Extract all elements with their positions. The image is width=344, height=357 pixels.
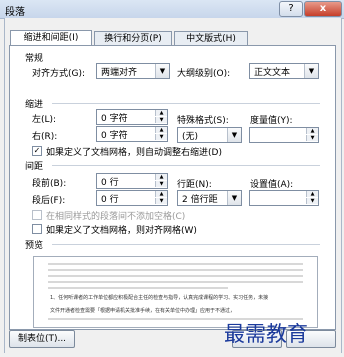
spin-up-icon[interactable]: ▲ [155, 191, 167, 197]
preview-prev-line [48, 275, 303, 277]
before-label: 段前(B): [32, 179, 67, 189]
preview-divider [52, 244, 320, 245]
no-space-label: 在相同样式的段落间不添加空格(C) [46, 212, 186, 222]
spacing-heading: 间距 [25, 162, 44, 172]
spin-down-icon[interactable]: ▼ [155, 198, 167, 204]
outline-label: 大纲级别(O): [177, 69, 231, 79]
tab-asian-typography[interactable]: 中文版式(H) [174, 31, 248, 46]
title-bar: 段落 ? x [0, 0, 344, 19]
spin-up-icon[interactable]: ▲ [306, 191, 318, 197]
no-space-checkbox[interactable] [32, 210, 42, 220]
line-spacing-select[interactable]: 2 倍行距 ▼ [177, 190, 242, 206]
line-spacing-value: 2 倍行距 [182, 195, 218, 205]
snap-grid-label: 如果定义了文档网格，则对齐网格(W) [46, 226, 197, 236]
chevron-down-icon: ▼ [227, 128, 241, 142]
spin-up-icon[interactable]: ▲ [155, 127, 167, 133]
after-value: 0 行 [101, 195, 119, 205]
right-indent-spinner[interactable]: 0 字符 ▲ ▼ [96, 126, 168, 142]
watermark: 最需教育 [224, 322, 308, 346]
preview-sample-line: 文件开通者检查需要「根据申请机关批准手续，在有关单位中办理」应用于不通过， [50, 308, 236, 314]
close-button[interactable]: x [304, 1, 342, 17]
preview-sample-line: 1、任何听课者的工作单位都应积极配合主任的检查与指导，认真完成课程的学习、实习任… [50, 295, 269, 301]
indent-heading: 缩进 [25, 100, 44, 110]
auto-adjust-checkbox[interactable]: ✓ [32, 146, 42, 156]
left-indent-spinner[interactable]: 0 字符 ▲ ▼ [96, 109, 168, 125]
chevron-down-icon: ▼ [155, 64, 169, 78]
by-spinner[interactable]: ▲ ▼ [249, 127, 319, 143]
spin-up-icon[interactable]: ▲ [155, 174, 167, 180]
preview-heading: 预览 [25, 241, 44, 251]
spin-down-icon[interactable]: ▼ [306, 198, 318, 204]
at-label: 设置值(A): [250, 180, 294, 190]
auto-adjust-label: 如果定义了文档网格，则自动调整右缩进(D) [46, 148, 222, 158]
left-indent-label: 左(L): [32, 115, 57, 125]
tab-line-page-breaks[interactable]: 换行和分页(P) [94, 31, 172, 46]
spin-up-icon[interactable]: ▲ [306, 128, 318, 134]
preview-prev-line [48, 287, 228, 289]
general-heading: 常规 [25, 54, 44, 64]
before-value: 0 行 [101, 178, 119, 188]
left-indent-value: 0 字符 [101, 114, 128, 124]
chevron-down-icon: ▼ [227, 191, 241, 205]
special-value: (无) [182, 132, 199, 142]
spin-up-icon[interactable]: ▲ [155, 110, 167, 116]
spin-down-icon[interactable]: ▼ [155, 181, 167, 187]
special-label: 特殊格式(S): [177, 116, 229, 126]
after-label: 段后(F): [32, 196, 66, 206]
after-spinner[interactable]: 0 行 ▲ ▼ [96, 190, 168, 206]
before-spinner[interactable]: 0 行 ▲ ▼ [96, 173, 168, 189]
snap-grid-checkbox[interactable] [32, 224, 42, 234]
tabs-button[interactable]: 制表位(T)... [9, 330, 75, 348]
spin-down-icon[interactable]: ▼ [155, 117, 167, 123]
outline-select[interactable]: 正文文本 ▼ [249, 63, 319, 79]
at-spinner[interactable]: ▲ ▼ [249, 190, 319, 206]
special-select[interactable]: (无) ▼ [177, 127, 242, 143]
spin-down-icon[interactable]: ▼ [155, 134, 167, 140]
line-spacing-label: 行距(N): [177, 180, 212, 190]
dialog-title: 段落 [5, 7, 25, 18]
by-label: 度量值(Y): [250, 116, 293, 126]
spin-down-icon[interactable]: ▼ [306, 135, 318, 141]
outline-value: 正文文本 [254, 68, 291, 78]
preview-prev-line [48, 269, 303, 271]
preview-prev-line [48, 263, 303, 265]
alignment-select[interactable]: 两端对齐 ▼ [96, 63, 170, 79]
alignment-label: 对齐方式(G): [32, 69, 86, 79]
spacing-divider [52, 165, 320, 166]
alignment-value: 两端对齐 [101, 68, 138, 78]
help-button[interactable]: ? [279, 1, 303, 17]
indent-divider [52, 103, 320, 104]
preview-prev-line [48, 281, 303, 283]
chevron-down-icon: ▼ [304, 64, 318, 78]
right-indent-label: 右(R): [32, 132, 58, 142]
right-indent-value: 0 字符 [101, 131, 128, 141]
